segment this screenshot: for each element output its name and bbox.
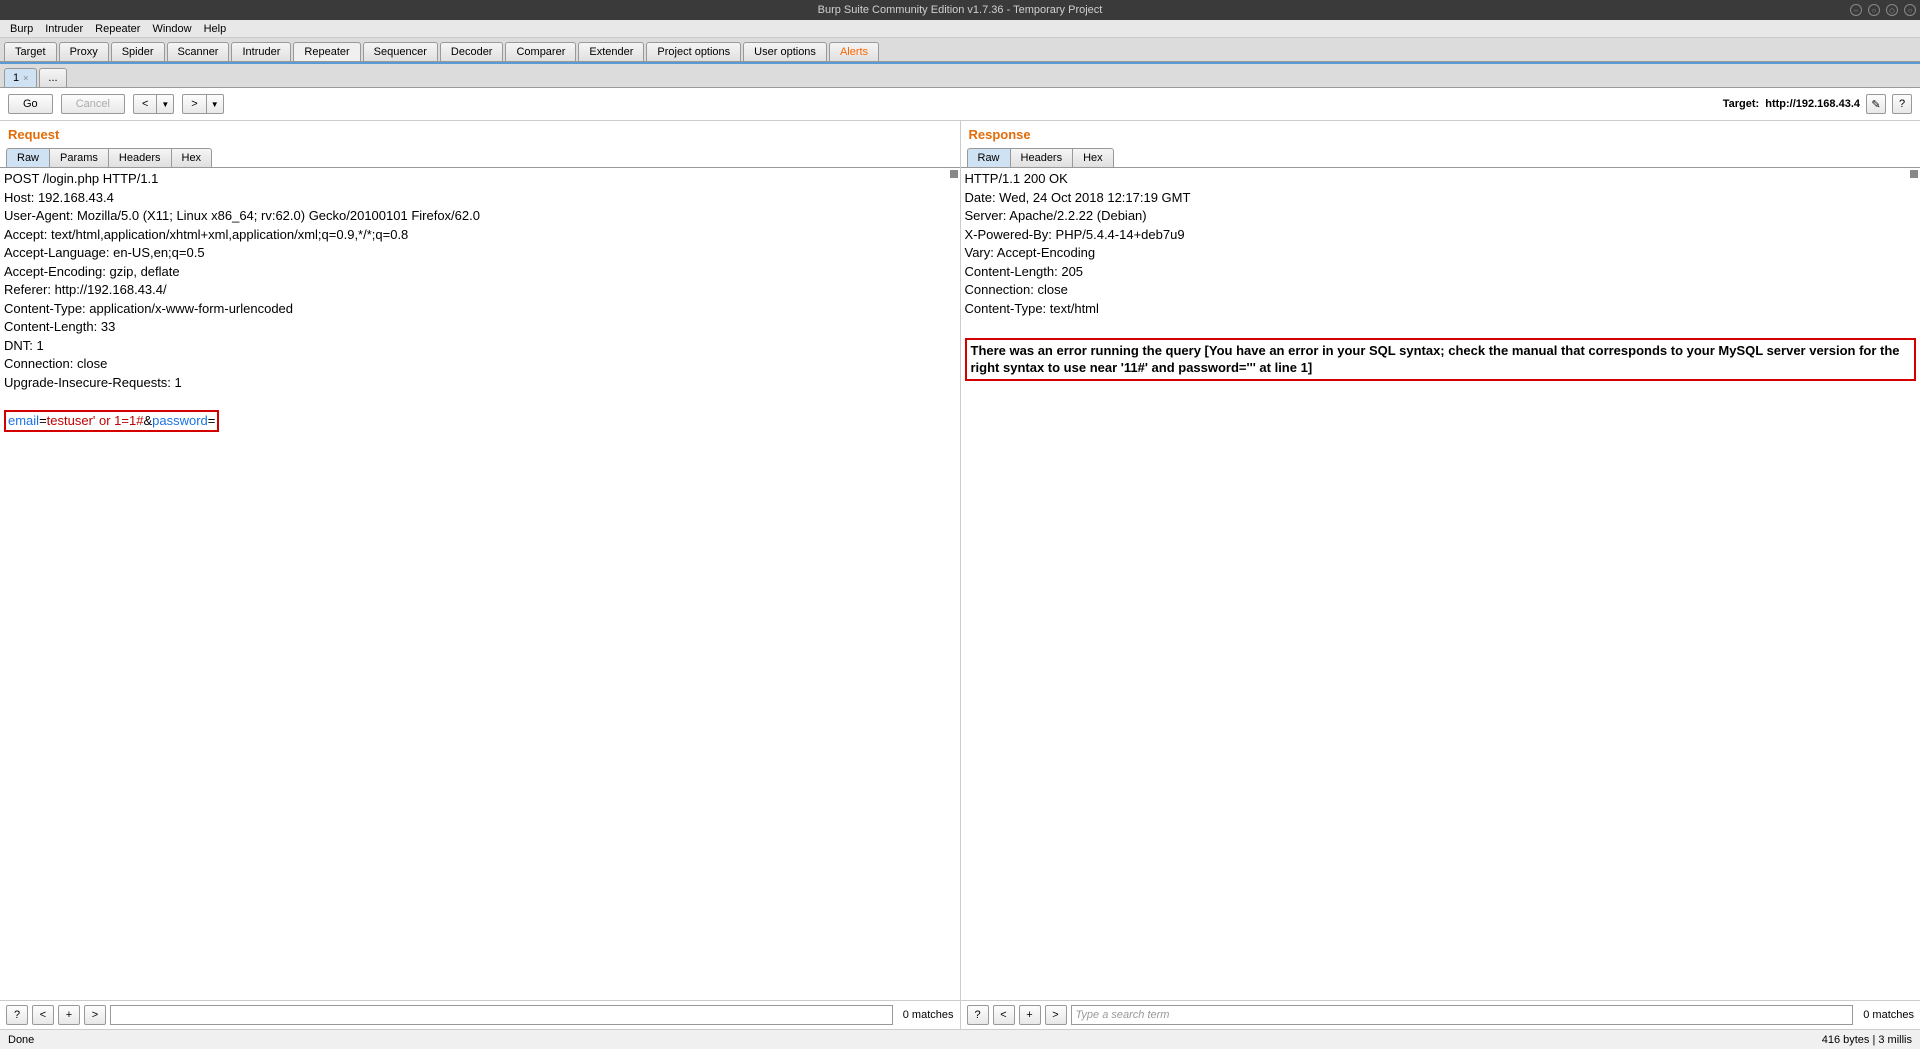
window-titlebar: Burp Suite Community Edition v1.7.36 - T… (0, 0, 1920, 20)
status-right: 416 bytes | 3 millis (1822, 1034, 1912, 1046)
menu-intruder[interactable]: Intruder (39, 23, 89, 35)
search-help-button[interactable]: ? (967, 1005, 989, 1025)
request-tab-hex[interactable]: Hex (171, 148, 213, 167)
target-prefix: Target: (1723, 98, 1759, 110)
history-prev-menu[interactable]: ▼ (157, 94, 174, 114)
search-add-button[interactable]: + (58, 1005, 80, 1025)
close-icon[interactable]: × (23, 73, 28, 83)
response-view-tabs: Raw Headers Hex (961, 148, 1920, 168)
help-button[interactable]: ? (1892, 94, 1912, 114)
maximize-button[interactable]: ◇ (1886, 4, 1898, 16)
search-prev-button[interactable]: < (993, 1005, 1015, 1025)
search-help-button[interactable]: ? (6, 1005, 28, 1025)
search-next-button[interactable]: > (1045, 1005, 1067, 1025)
tab-alerts[interactable]: Alerts (829, 42, 879, 61)
tab-scanner[interactable]: Scanner (167, 42, 230, 61)
scrollbar-indicator[interactable] (1910, 170, 1918, 178)
history-next-split: > ▼ (182, 94, 223, 114)
pencil-icon: ✎ (1871, 98, 1880, 111)
window-title: Burp Suite Community Edition v1.7.36 - T… (818, 4, 1103, 16)
tab-sequencer[interactable]: Sequencer (363, 42, 438, 61)
request-search-input[interactable] (110, 1005, 893, 1025)
menu-repeater[interactable]: Repeater (89, 23, 146, 35)
request-pane: Request Raw Params Headers Hex POST /log… (0, 121, 961, 1029)
repeater-tab-more[interactable]: ... (39, 68, 66, 87)
history-next-button[interactable]: > (182, 94, 206, 114)
tab-spider[interactable]: Spider (111, 42, 165, 61)
request-title: Request (0, 121, 960, 148)
statusbar: Done 416 bytes | 3 millis (0, 1029, 1920, 1049)
menu-help[interactable]: Help (198, 23, 233, 35)
tab-user-options[interactable]: User options (743, 42, 827, 61)
tab-extender[interactable]: Extender (578, 42, 644, 61)
request-response-split: Request Raw Params Headers Hex POST /log… (0, 121, 1920, 1029)
response-tab-raw[interactable]: Raw (967, 148, 1011, 167)
target-url: http://192.168.43.4 (1765, 98, 1860, 110)
tab-intruder[interactable]: Intruder (231, 42, 291, 61)
window-controls: – ○ ◇ ○ (1850, 4, 1916, 16)
tab-repeater[interactable]: Repeater (293, 42, 360, 61)
request-body-highlight: email=testuser' or 1=1#&password= (4, 410, 219, 432)
request-search-bar: ? < + > 0 matches (0, 1000, 960, 1029)
history-prev-button[interactable]: < (133, 94, 157, 114)
status-left: Done (8, 1034, 34, 1046)
repeater-tab-1[interactable]: 1 × (4, 68, 37, 87)
tab-target[interactable]: Target (4, 42, 57, 61)
menubar: Burp Intruder Repeater Window Help (0, 20, 1920, 38)
request-view-tabs: Raw Params Headers Hex (0, 148, 960, 168)
request-tab-raw[interactable]: Raw (6, 148, 50, 167)
tab-decoder[interactable]: Decoder (440, 42, 504, 61)
request-editor[interactable]: POST /login.php HTTP/1.1 Host: 192.168.4… (0, 168, 960, 1000)
tab-proxy[interactable]: Proxy (59, 42, 109, 61)
menu-button[interactable]: ○ (1868, 4, 1880, 16)
go-button[interactable]: Go (8, 94, 53, 114)
main-tabs: Target Proxy Spider Scanner Intruder Rep… (0, 38, 1920, 62)
history-next-menu[interactable]: ▼ (207, 94, 224, 114)
response-pane: Response Raw Headers Hex HTTP/1.1 200 OK… (961, 121, 1920, 1029)
repeater-tab-label: 1 (13, 72, 19, 84)
minimize-button[interactable]: – (1850, 4, 1862, 16)
search-next-button[interactable]: > (84, 1005, 106, 1025)
request-tab-params[interactable]: Params (49, 148, 109, 167)
response-title: Response (961, 121, 1920, 148)
request-tab-headers[interactable]: Headers (108, 148, 172, 167)
response-search-bar: ? < + > 0 matches (961, 1000, 1920, 1029)
tab-project-options[interactable]: Project options (646, 42, 741, 61)
response-body-highlight: There was an error running the query [Yo… (965, 338, 1917, 381)
scrollbar-indicator[interactable] (950, 170, 958, 178)
edit-target-button[interactable]: ✎ (1866, 94, 1886, 114)
close-button[interactable]: ○ (1904, 4, 1916, 16)
search-prev-button[interactable]: < (32, 1005, 54, 1025)
response-tab-headers[interactable]: Headers (1010, 148, 1074, 167)
history-prev-split: < ▼ (133, 94, 174, 114)
cancel-button[interactable]: Cancel (61, 94, 125, 114)
response-match-count: 0 matches (1863, 1009, 1914, 1021)
response-editor[interactable]: HTTP/1.1 200 OK Date: Wed, 24 Oct 2018 1… (961, 168, 1920, 1000)
tab-comparer[interactable]: Comparer (505, 42, 576, 61)
repeater-sub-tabs: 1 × ... (0, 64, 1920, 88)
menu-window[interactable]: Window (146, 23, 197, 35)
response-tab-hex[interactable]: Hex (1072, 148, 1114, 167)
repeater-toolbar: Go Cancel < ▼ > ▼ Target: http://192.168… (0, 88, 1920, 121)
menu-burp[interactable]: Burp (4, 23, 39, 35)
help-icon: ? (1899, 98, 1905, 110)
search-add-button[interactable]: + (1019, 1005, 1041, 1025)
response-search-input[interactable] (1071, 1005, 1854, 1025)
request-match-count: 0 matches (903, 1009, 954, 1021)
